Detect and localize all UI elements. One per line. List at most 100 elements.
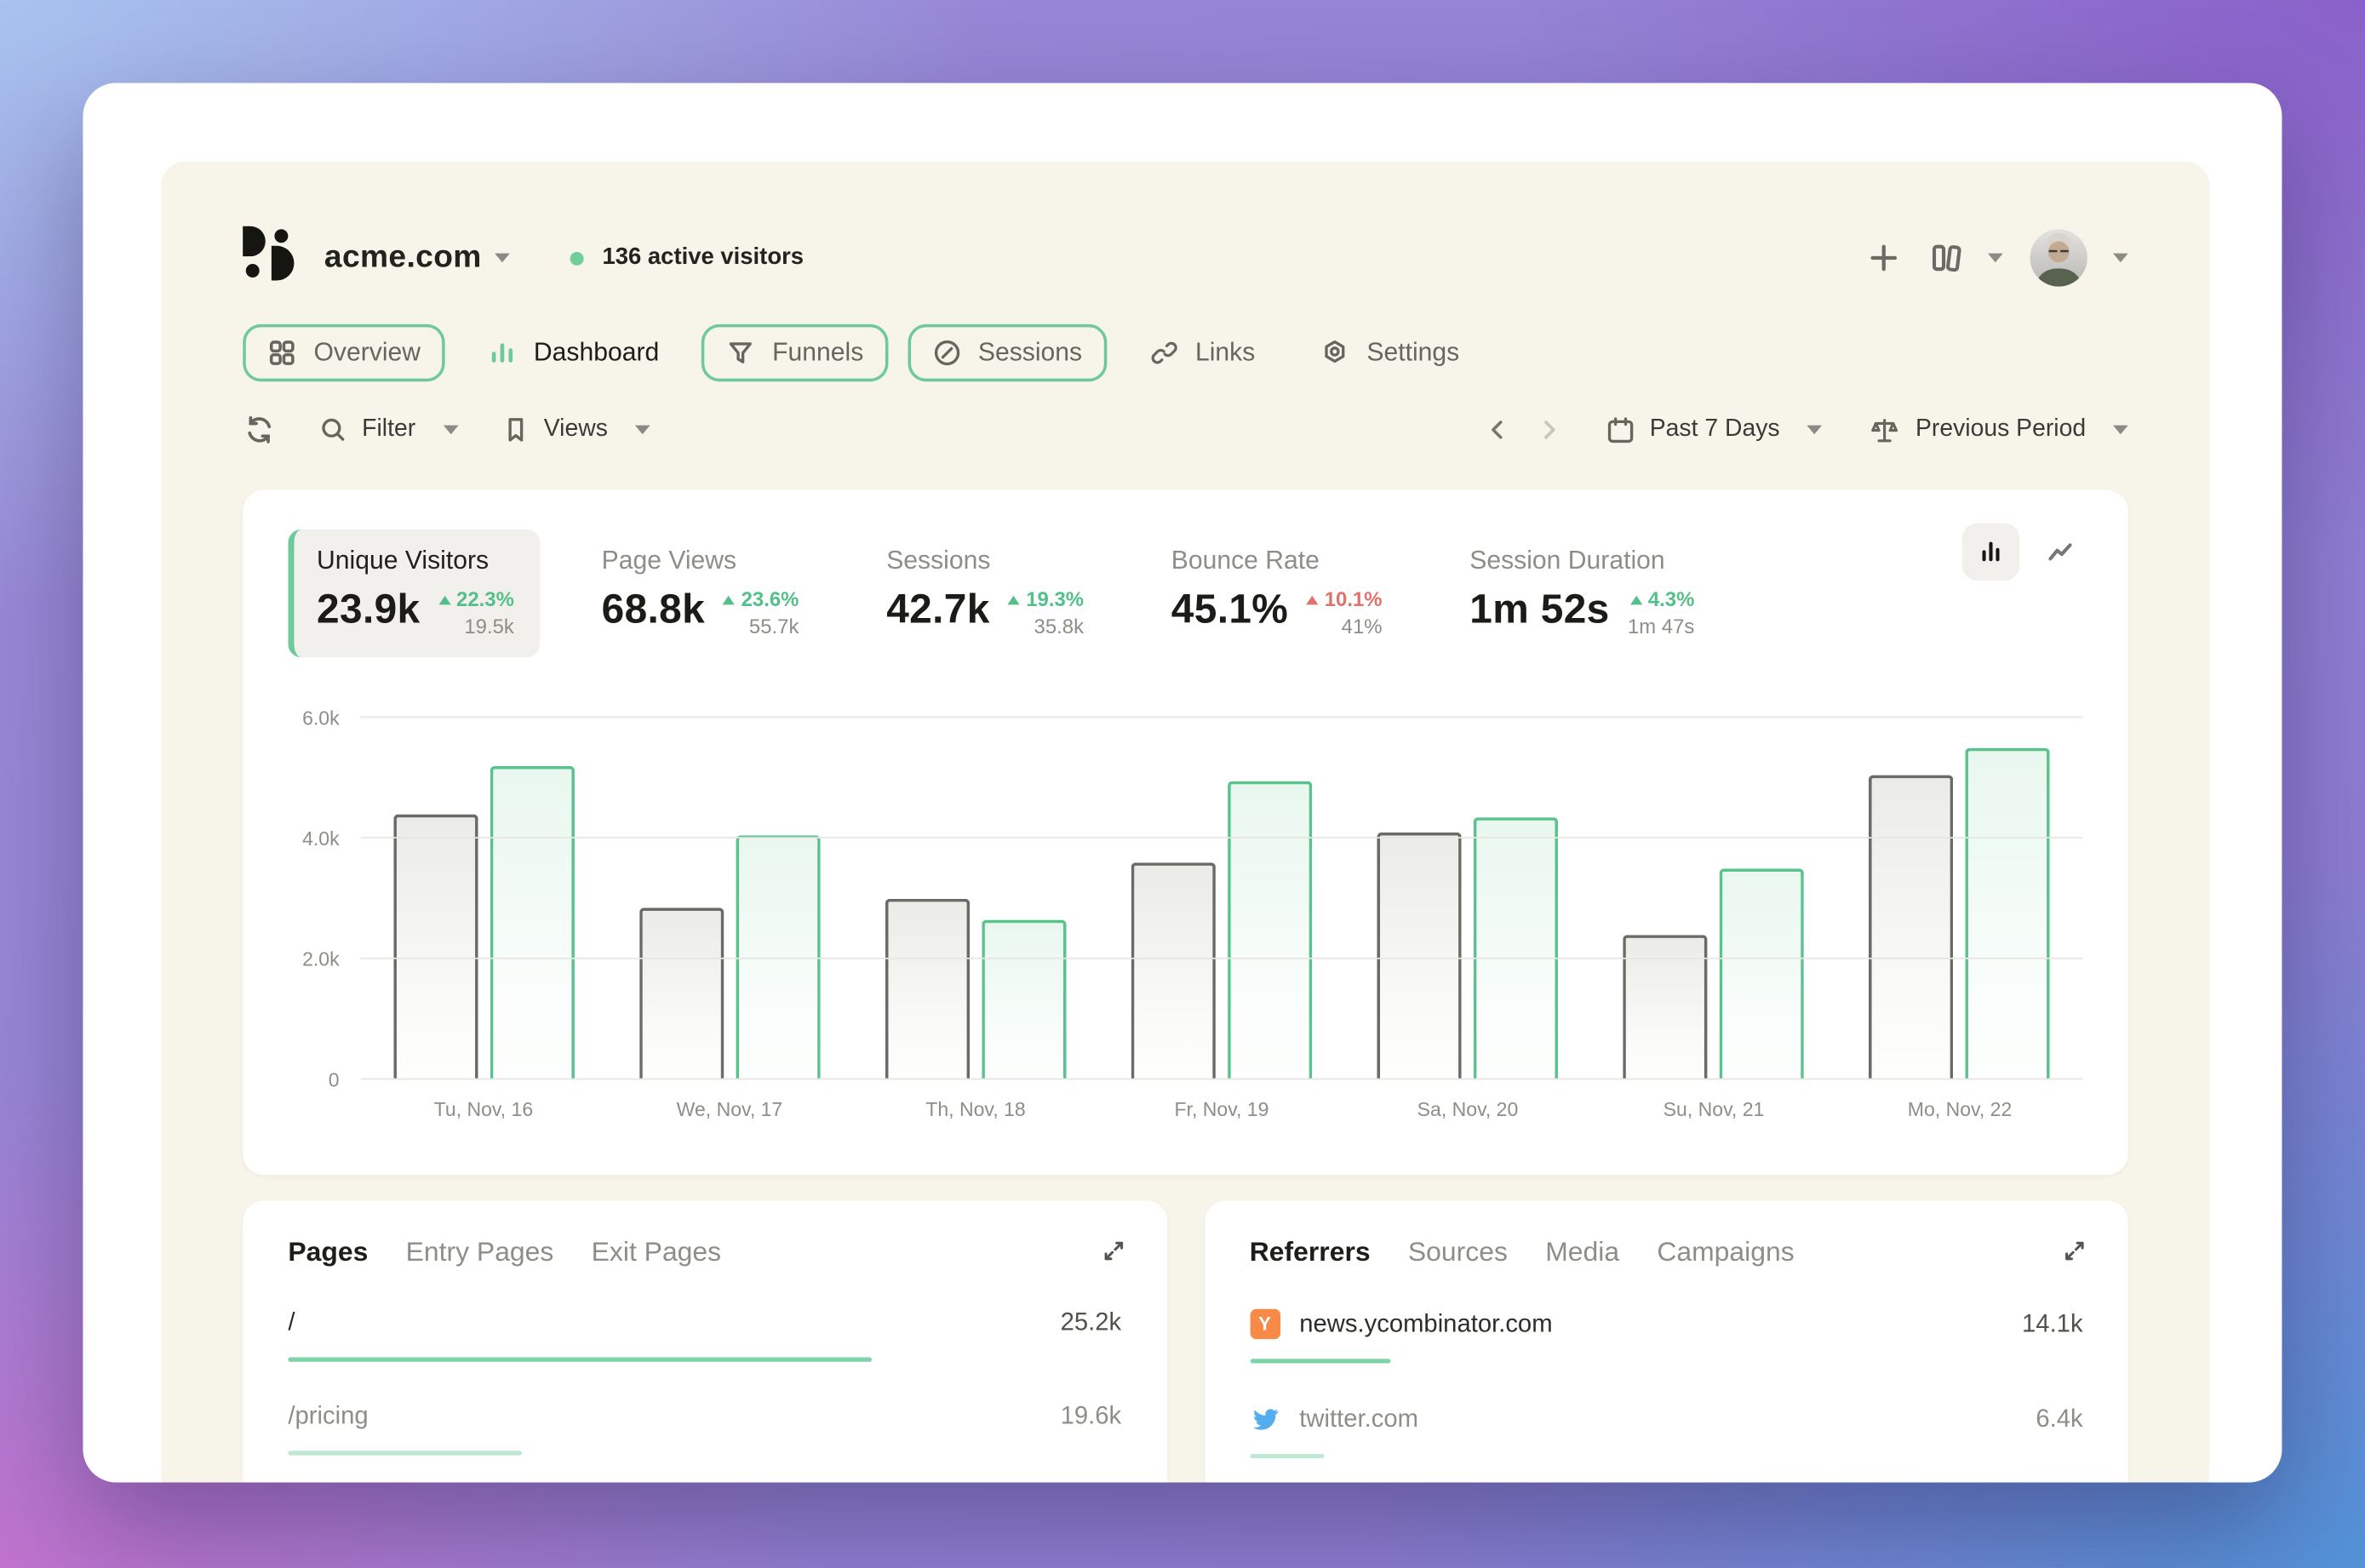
page-bar xyxy=(288,1357,871,1361)
main-nav: Overview Dashboard Funnels Sessions xyxy=(243,324,2128,381)
bar-chart-icon xyxy=(487,338,517,368)
views-dropdown[interactable]: Views xyxy=(500,415,650,444)
tab-entry-pages[interactable]: Entry Pages xyxy=(406,1237,554,1268)
tab-pages[interactable]: Pages xyxy=(288,1237,368,1268)
scales-icon xyxy=(1867,414,1902,445)
tab-referrers[interactable]: Referrers xyxy=(1250,1237,1371,1268)
nav-dashboard[interactable]: Dashboard xyxy=(464,324,681,381)
bar-previous-period[interactable] xyxy=(393,815,478,1080)
next-period-button[interactable] xyxy=(1535,416,1562,444)
link-icon xyxy=(1148,338,1178,368)
nav-funnels[interactable]: Funnels xyxy=(701,324,888,381)
app-window: acme.com 136 active visitors xyxy=(83,83,2282,1482)
chevron-down-icon xyxy=(635,426,650,435)
nav-overview[interactable]: Overview xyxy=(243,324,444,381)
bar-group: Fr, Nov, 19 xyxy=(1098,718,1344,1079)
date-range-label: Past 7 Days xyxy=(1650,416,1780,444)
twitter-icon xyxy=(1250,1404,1280,1434)
bar-chart: 02.0k4.0k6.0k Tu, Nov, 16We, Nov, 17Th, … xyxy=(288,718,2082,1079)
refresh-button[interactable] xyxy=(243,413,276,446)
expand-referrers-button[interactable] xyxy=(2060,1237,2089,1273)
bar-current-period[interactable] xyxy=(982,920,1066,1080)
expand-icon xyxy=(1099,1237,1128,1266)
bar-group: We, Nov, 17 xyxy=(606,718,852,1079)
metric-sessions[interactable]: Sessions 42.7k 19.3% 35.8k xyxy=(861,529,1109,658)
nav-settings[interactable]: Settings xyxy=(1297,324,1482,381)
prev-period-button[interactable] xyxy=(1484,416,1511,444)
x-axis-label: Mo, Nov, 22 xyxy=(1791,1098,2127,1121)
columns-icon xyxy=(1929,238,1974,278)
toolbar: Filter Views xyxy=(243,404,2128,455)
chevron-down-icon[interactable] xyxy=(495,254,511,263)
chevron-down-icon xyxy=(2113,254,2128,263)
page-row[interactable]: / 25.2k xyxy=(288,1309,1121,1362)
views-label: Views xyxy=(544,416,608,444)
metric-unique-visitors[interactable]: Unique Visitors 23.9k 22.3% 19.5k xyxy=(288,529,540,658)
search-icon xyxy=(318,415,348,444)
bar-previous-period[interactable] xyxy=(1623,935,1708,1079)
line-chart-toggle-button[interactable] xyxy=(2031,524,2088,581)
expand-pages-button[interactable] xyxy=(1099,1237,1128,1273)
expand-icon xyxy=(2060,1237,2089,1266)
nav-label: Sessions xyxy=(978,338,1082,368)
bar-current-period[interactable] xyxy=(1966,748,2050,1080)
nav-sessions[interactable]: Sessions xyxy=(908,324,1107,381)
up-triangle-icon xyxy=(1008,595,1020,604)
nav-label: Dashboard xyxy=(534,338,659,368)
y-axis-tick: 0 xyxy=(329,1068,340,1091)
tab-media[interactable]: Media xyxy=(1545,1237,1619,1268)
metric-bounce-rate[interactable]: Bounce Rate 45.1% 10.1% 41% xyxy=(1146,529,1408,658)
nav-links[interactable]: Links xyxy=(1125,324,1277,381)
referrer-row[interactable]: Y news.ycombinator.com 14.1k xyxy=(1250,1309,2083,1364)
bar-current-period[interactable] xyxy=(1720,868,1804,1079)
nav-label: Settings xyxy=(1366,338,1459,368)
bar-previous-period[interactable] xyxy=(1377,833,1462,1080)
metric-tiles: Unique Visitors 23.9k 22.3% 19.5k Page V… xyxy=(288,529,2082,658)
plus-icon xyxy=(1865,240,1902,277)
desktop-background: acme.com 136 active visitors xyxy=(0,0,2365,1568)
bar-current-period[interactable] xyxy=(1228,781,1312,1080)
comparison-label: Previous Period xyxy=(1915,416,2086,444)
chevron-right-icon xyxy=(1535,416,1562,444)
bar-previous-period[interactable] xyxy=(639,908,724,1080)
referrers-tabs: Referrers Sources Media Campaigns xyxy=(1250,1237,2083,1268)
metric-page-views[interactable]: Page Views 68.8k 23.6% 55.7k xyxy=(576,529,825,658)
grid-icon xyxy=(267,338,297,368)
avatar-photo-icon xyxy=(2030,229,2087,286)
date-range-dropdown[interactable]: Past 7 Days xyxy=(1605,414,1823,445)
nav-label: Overview xyxy=(313,338,421,368)
referrer-row[interactable]: twitter.com 6.4k xyxy=(1250,1404,2083,1458)
gridline xyxy=(360,717,2082,718)
bar-current-period[interactable] xyxy=(490,766,574,1079)
filter-label: Filter xyxy=(362,416,415,444)
bar-chart-icon xyxy=(1976,537,2006,567)
bar-previous-period[interactable] xyxy=(1131,862,1216,1079)
tab-sources[interactable]: Sources xyxy=(1408,1237,1508,1268)
y-axis-tick: 4.0k xyxy=(302,827,340,850)
funnel-icon xyxy=(725,338,755,368)
line-chart-icon xyxy=(2044,537,2077,567)
bar-previous-period[interactable] xyxy=(1870,775,1954,1080)
page-row[interactable]: /pricing 19.6k xyxy=(288,1403,1121,1456)
tab-exit-pages[interactable]: Exit Pages xyxy=(592,1237,721,1268)
site-switcher[interactable]: acme.com xyxy=(324,240,482,277)
dashboard-panel: acme.com 136 active visitors xyxy=(162,162,2210,1483)
bar-previous-period[interactable] xyxy=(885,899,970,1080)
header: acme.com 136 active visitors xyxy=(243,221,2128,294)
twitter-bird-icon xyxy=(1250,1404,1280,1434)
chevron-down-icon xyxy=(1988,254,2003,263)
up-triangle-icon xyxy=(1630,595,1642,604)
pages-tabs: Pages Entry Pages Exit Pages xyxy=(288,1237,1121,1268)
metric-session-duration[interactable]: Session Duration 1m 52s 4.3% 1m 47s xyxy=(1444,529,1720,658)
add-button[interactable] xyxy=(1865,240,1902,277)
chevron-down-icon xyxy=(1807,426,1822,435)
comparison-dropdown[interactable]: Previous Period xyxy=(1867,414,2127,445)
filter-dropdown[interactable]: Filter xyxy=(318,415,458,444)
layout-columns-button[interactable] xyxy=(1929,238,2003,278)
account-menu[interactable] xyxy=(2030,229,2128,286)
tab-campaigns[interactable]: Campaigns xyxy=(1657,1237,1794,1268)
referrer-bar xyxy=(1250,1359,1391,1363)
bar-current-period[interactable] xyxy=(1474,817,1558,1079)
bar-chart-toggle-button[interactable] xyxy=(1962,524,2019,581)
bar-group: Sa, Nov, 20 xyxy=(1344,718,1590,1079)
